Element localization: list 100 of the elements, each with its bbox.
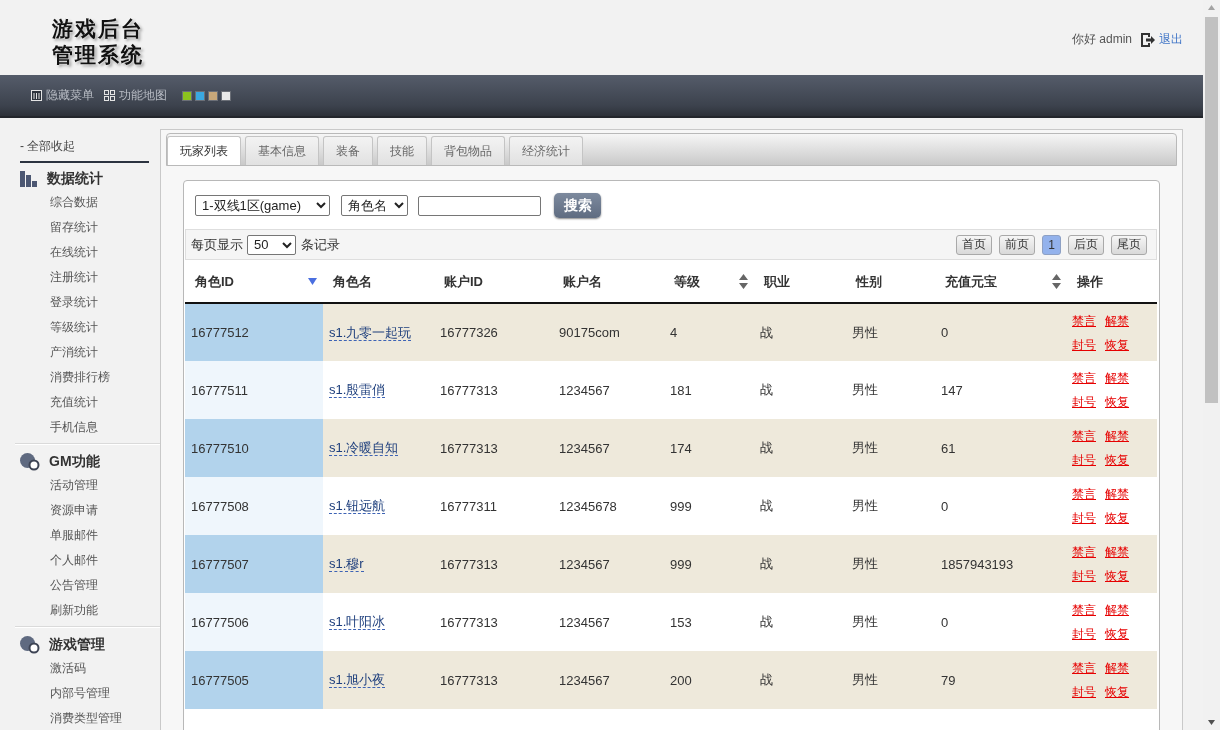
player-name-link[interactable]: s1.叶阳冰 [329,614,386,630]
action-link[interactable]: 恢复 [1105,511,1129,525]
table-cell: 0 [935,593,1067,651]
player-name-link[interactable]: s1.穆r [329,556,364,572]
tab[interactable]: 背包物品 [431,136,505,165]
column-header: 充值元宝 [945,272,997,291]
action-link[interactable]: 禁言 [1072,371,1096,385]
action-link[interactable]: 封号 [1072,337,1096,352]
action-link[interactable]: 禁言 [1072,545,1096,559]
action-link[interactable]: 禁言 [1072,661,1096,675]
table-cell: 16777510 [185,419,323,477]
action-link[interactable]: 恢复 [1105,627,1129,641]
page-size-select[interactable]: 50 [247,234,296,255]
search-field[interactable] [418,195,541,216]
action-link[interactable]: 封号 [1072,685,1096,699]
action-link[interactable]: 解禁 [1105,603,1129,617]
sidebar-item[interactable]: 个人邮件 [50,548,98,573]
tab[interactable]: 经济统计 [509,136,583,165]
tab[interactable]: 技能 [377,136,427,165]
table-cell: 16777326 [434,303,553,361]
action-link[interactable]: 解禁 [1105,545,1129,559]
sort-icon[interactable] [739,274,748,289]
menu-group-heading[interactable]: 游戏管理 [20,634,105,656]
action-link[interactable]: 禁言 [1072,487,1096,501]
action-link[interactable]: 封号 [1072,569,1096,583]
page-button[interactable]: 首页 [956,234,993,255]
sidebar-item[interactable]: 单服邮件 [50,523,98,548]
player-name-link[interactable]: s1.冷暖自知 [329,440,399,456]
sidebar-item[interactable]: 充值统计 [50,390,98,415]
player-name-link[interactable]: s1.殷雷俏 [329,382,386,398]
action-link[interactable]: 解禁 [1105,661,1129,675]
sidebar-item[interactable]: 产消统计 [50,340,98,365]
action-link[interactable]: 封号 [1072,627,1096,641]
sidebar-item[interactable]: 刷新功能 [50,598,98,623]
scroll-down-icon[interactable] [1208,720,1215,725]
scrollbar-thumb[interactable] [1205,17,1218,403]
sidebar-item[interactable]: 活动管理 [50,473,98,498]
sidebar-item[interactable]: 激活码 [50,656,86,681]
player-name-link[interactable]: s1.九零一起玩 [329,324,412,341]
sidebar-item[interactable]: 留存统计 [50,215,98,240]
sidebar-item[interactable]: 内部号管理 [50,681,110,706]
theme-swatch-icon[interactable] [221,90,231,101]
tab[interactable]: 基本信息 [245,136,319,165]
theme-swatch-icon[interactable] [208,90,218,101]
action-link[interactable]: 封号 [1072,511,1096,525]
circles-icon [20,636,40,654]
search-field-select[interactable]: 角色名 [341,195,408,216]
sidebar-item[interactable]: 消费排行榜 [50,365,110,390]
action-link[interactable]: 解禁 [1105,429,1129,443]
table-cell: 153 [664,593,754,651]
action-link[interactable]: 解禁 [1105,313,1129,328]
table-cell: 174 [664,419,754,477]
table-cell: 战 [754,477,846,535]
sidebar-item[interactable]: 等级统计 [50,315,98,340]
player-name-link[interactable]: s1.旭小夜 [329,672,386,688]
nav-link[interactable]: 功能地图 [104,87,167,104]
exit-icon[interactable] [1140,31,1156,48]
action-link[interactable]: 恢复 [1105,453,1129,467]
collapse-all-link[interactable]: - 全部收起 [20,136,76,156]
action-link[interactable]: 禁言 [1072,313,1096,328]
tab[interactable]: 玩家列表 [167,136,241,165]
action-link[interactable]: 解禁 [1105,487,1129,501]
sidebar-item[interactable]: 手机信息 [50,415,98,440]
tab[interactable]: 装备 [323,136,373,165]
page-button[interactable]: 尾页 [1111,234,1147,255]
sort-descending-icon[interactable] [308,278,317,285]
action-link[interactable]: 恢复 [1105,685,1129,699]
action-link[interactable]: 封号 [1072,453,1096,467]
action-link[interactable]: 禁言 [1072,603,1096,617]
menu-group-heading[interactable]: GM功能 [20,451,100,473]
table-cell: 0 [935,303,1067,361]
action-link[interactable]: 禁言 [1072,429,1096,443]
player-name-link[interactable]: s1.钮远航 [329,498,386,514]
nav-link[interactable]: 隐藏菜单 [31,87,94,104]
sidebar-item[interactable]: 综合数据 [50,190,98,215]
menu-group-heading[interactable]: 数据统计 [20,168,103,190]
action-link[interactable]: 解禁 [1105,371,1129,385]
sidebar-item[interactable]: 注册统计 [50,265,98,290]
table-cell: 1234567 [553,419,664,477]
server-select[interactable]: 1-双线1区(game) [195,195,330,216]
sidebar-item[interactable]: 登录统计 [50,290,98,315]
sidebar-item[interactable]: 消费类型管理 [50,706,122,730]
column-header: 角色ID [195,272,234,291]
search-button[interactable]: 搜索 [554,193,601,218]
sidebar-item[interactable]: 资源申请 [50,498,98,523]
action-link[interactable]: 恢复 [1105,337,1129,352]
theme-swatch-icon[interactable] [182,90,192,101]
action-link[interactable]: 恢复 [1105,395,1129,409]
sidebar-item[interactable]: 在线统计 [50,240,98,265]
logout-link[interactable]: 退出 [1159,31,1183,48]
page-button[interactable]: 前页 [999,234,1036,255]
table-cell: 战 [754,535,846,593]
sort-icon[interactable] [1052,274,1061,289]
table-cell: 12345678 [553,477,664,535]
action-link[interactable]: 恢复 [1105,569,1129,583]
page-button[interactable]: 1 [1042,234,1061,255]
action-link[interactable]: 封号 [1072,395,1096,409]
sidebar-item[interactable]: 公告管理 [50,573,98,598]
theme-swatch-icon[interactable] [195,90,205,101]
page-button[interactable]: 后页 [1068,234,1104,255]
